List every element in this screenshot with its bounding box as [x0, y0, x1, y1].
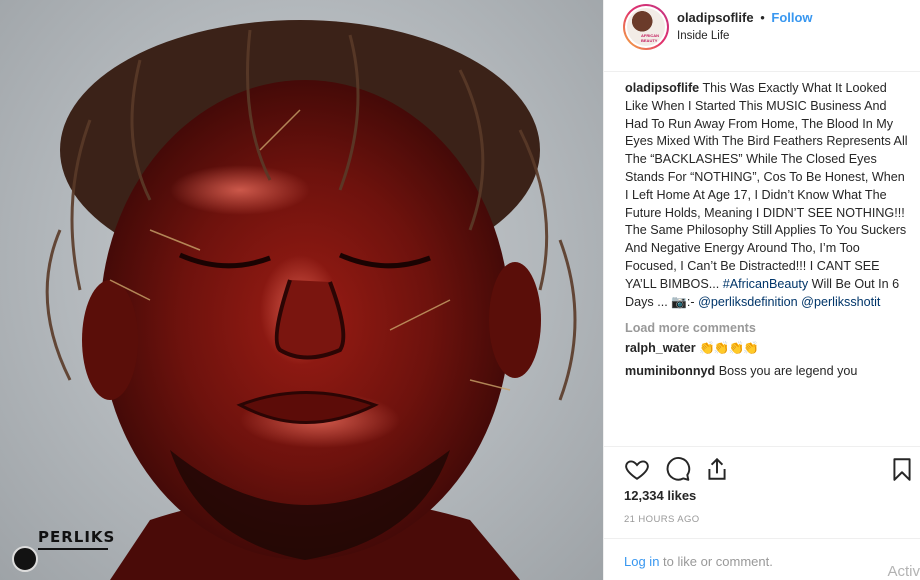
- heart-icon[interactable]: [624, 456, 650, 482]
- comment-item: ralph_water 👏👏👏👏: [625, 340, 908, 358]
- login-bar: Log in to like or comment. Activ: [603, 538, 920, 580]
- header-username[interactable]: oladipsoflife: [677, 10, 754, 25]
- avatar[interactable]: AFRICAN BEAUTY: [623, 4, 669, 50]
- bookmark-icon[interactable]: [889, 456, 915, 482]
- caption-mention-1[interactable]: @perliksdefinition: [698, 295, 798, 309]
- caption-hashtag[interactable]: #AfricanBeauty: [723, 277, 808, 291]
- location-link[interactable]: Inside Life: [677, 30, 729, 42]
- likes-count[interactable]: 12,334 likes: [624, 488, 696, 503]
- comment-text: 👏👏👏👏: [699, 341, 759, 356]
- comments-section: oladipsoflife This Was Exactly What It L…: [625, 80, 908, 381]
- caption-username[interactable]: oladipsoflife: [625, 81, 699, 95]
- comment-username[interactable]: ralph_water: [625, 341, 696, 355]
- share-icon[interactable]: [704, 456, 730, 482]
- login-link[interactable]: Log in: [624, 554, 659, 569]
- comment-username[interactable]: muminibonnyd: [625, 364, 715, 378]
- username-row: oladipsoflife • Follow: [677, 10, 813, 25]
- load-more-comments-button[interactable]: Load more comments: [625, 320, 908, 338]
- caption-mention-2[interactable]: @perliksshotit: [801, 295, 880, 309]
- comment-item: muminibonnyd Boss you are legend you: [625, 363, 908, 381]
- photographer-watermark: PERLIKS: [38, 528, 115, 550]
- portrait-illustration: [45, 20, 577, 580]
- post-timestamp[interactable]: 21 HOURS AGO: [624, 514, 700, 525]
- comment-text: Boss you are legend you: [718, 363, 858, 378]
- windows-activation-watermark: Activ: [887, 563, 920, 580]
- follow-button[interactable]: Follow: [771, 10, 812, 25]
- login-prompt: Log in to like or comment.: [624, 554, 773, 569]
- caption: oladipsoflife This Was Exactly What It L…: [625, 80, 908, 311]
- camera-dot-icon: [12, 546, 38, 572]
- post-header: AFRICAN BEAUTY oladipsoflife • Follow In…: [604, 0, 920, 72]
- avatar-logo-text: AFRICAN BEAUTY: [641, 33, 659, 43]
- comment-icon[interactable]: [665, 456, 691, 482]
- avatar-image: AFRICAN BEAUTY: [627, 8, 665, 46]
- post-actions-bar: [603, 446, 920, 486]
- avatar-ring: AFRICAN BEAUTY: [625, 6, 667, 48]
- caption-text: This Was Exactly What It Looked Like Whe…: [625, 81, 908, 291]
- separator-dot: •: [760, 10, 765, 25]
- login-text: to like or comment.: [663, 554, 773, 569]
- post-photo[interactable]: PERLIKS: [0, 0, 603, 580]
